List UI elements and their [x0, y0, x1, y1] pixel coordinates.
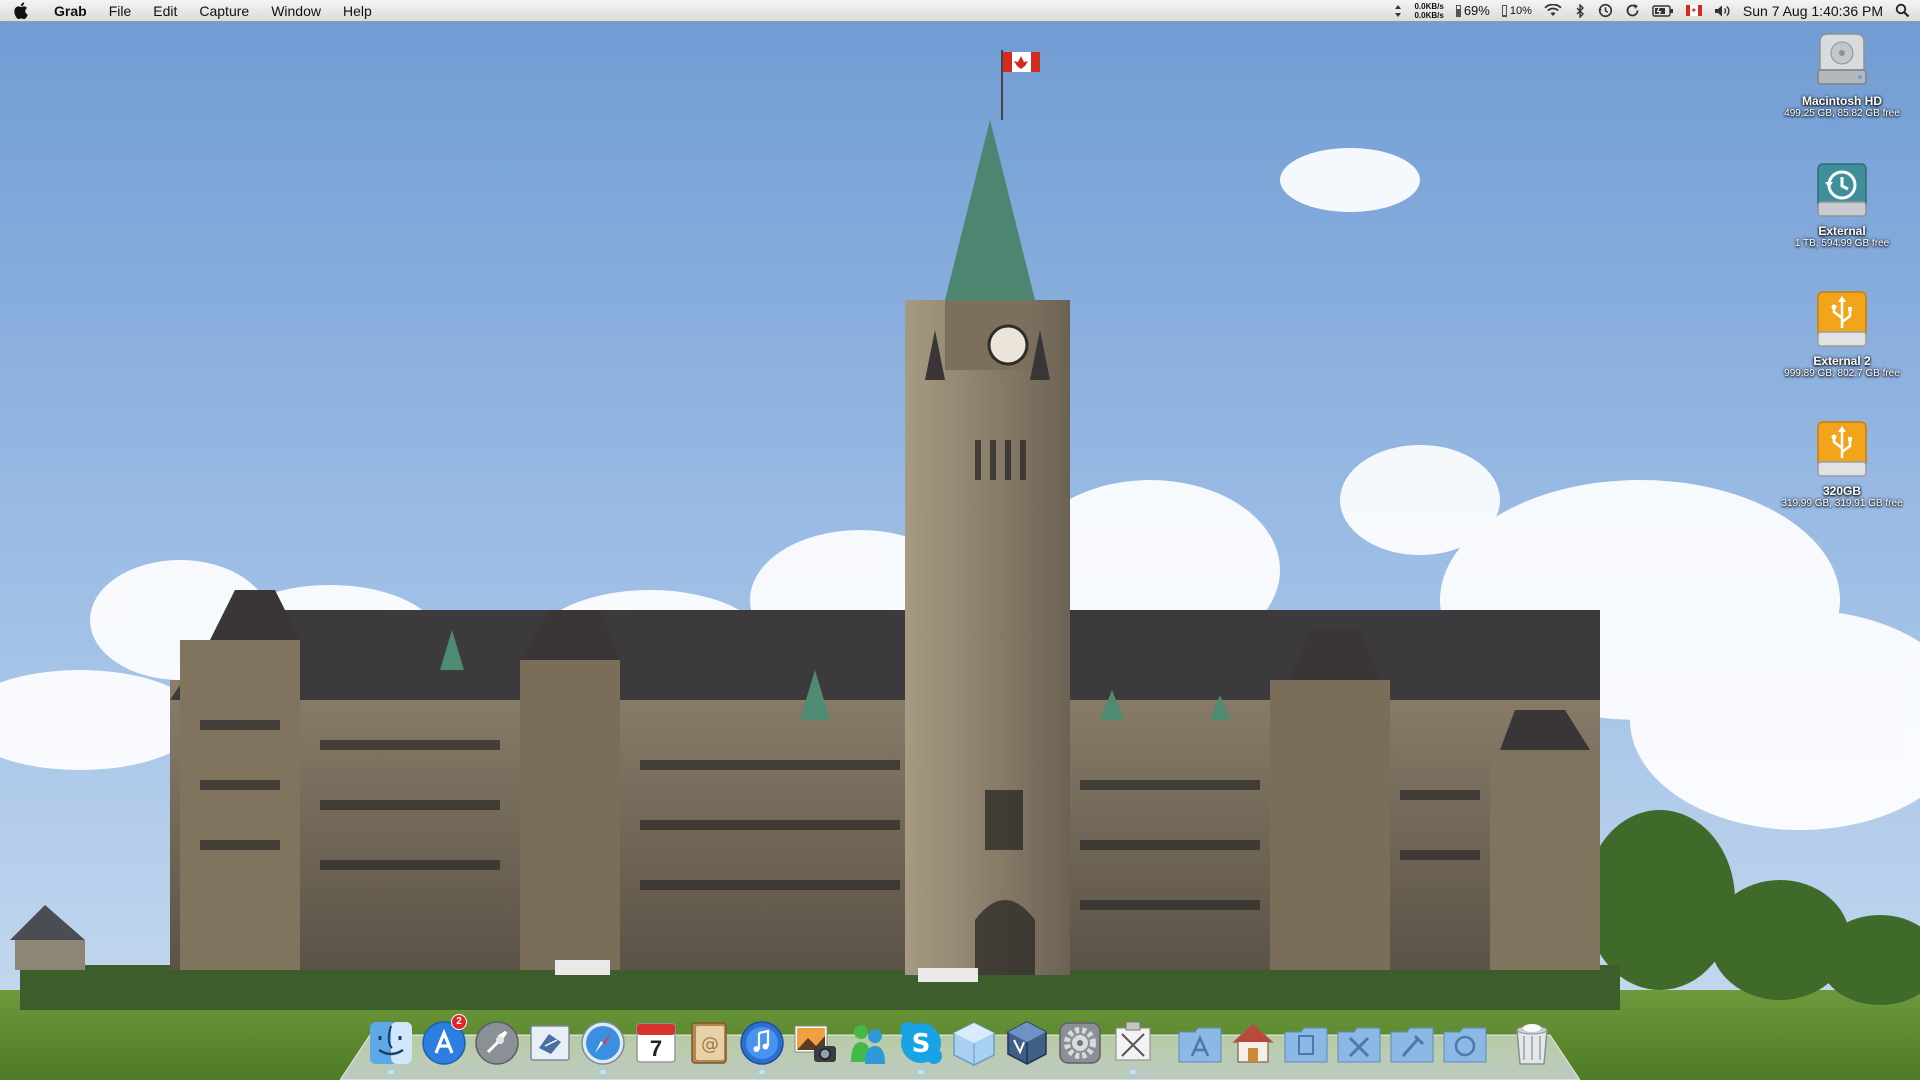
menu-app-name[interactable]: Grab — [40, 0, 98, 22]
canada-flag-icon[interactable]: ✦ — [1685, 5, 1702, 16]
wifi-icon[interactable] — [1544, 4, 1562, 17]
apple-menu-icon[interactable] — [0, 0, 40, 22]
hard-drive-icon — [1810, 28, 1874, 92]
drive-name: External 2 — [1813, 354, 1871, 368]
desktop-wallpaper — [0, 0, 1920, 1080]
desktop-drive-external[interactable]: External 1 TB, 594.99 GB free — [1772, 158, 1912, 249]
drive-name: 320GB — [1822, 484, 1862, 498]
desktop-drive-320gb[interactable]: 320GB 319.99 GB, 319.91 GB free — [1772, 418, 1912, 509]
menu-window[interactable]: Window — [260, 0, 332, 22]
launchpad-icon[interactable] — [472, 1018, 522, 1068]
developer-stack-icon[interactable] — [1387, 1018, 1437, 1068]
running-indicator — [759, 1070, 765, 1074]
battery-icon[interactable] — [1652, 4, 1674, 17]
itunes-icon[interactable] — [737, 1018, 787, 1074]
cpu-percent-label: 10% — [1509, 4, 1532, 17]
net-download-rate: 0.0KB/s — [1414, 10, 1444, 20]
network-speed-meter[interactable]: 0.0KB/s 0.0KB/s — [1414, 2, 1443, 20]
drive-info: 499.25 GB, 85.82 GB free — [1784, 108, 1900, 119]
address-book-icon[interactable]: @ — [684, 1018, 734, 1068]
drive-name: Macintosh HD — [1801, 94, 1882, 108]
system-preferences-icon[interactable] — [1055, 1018, 1105, 1068]
calendar-day: 7 — [649, 1036, 663, 1061]
menu-file[interactable]: File — [98, 0, 143, 22]
volume-icon[interactable] — [1714, 4, 1731, 18]
spotlight-search-icon[interactable] — [1895, 3, 1910, 18]
app-store-badge: 2 — [451, 1014, 467, 1030]
menu-help[interactable]: Help — [332, 0, 383, 22]
svg-text:S: S — [912, 1029, 931, 1059]
mail-icon[interactable] — [525, 1018, 575, 1068]
running-indicator — [1130, 1070, 1136, 1074]
trash-icon[interactable] — [1507, 1018, 1557, 1068]
utilities-stack-icon[interactable] — [1334, 1018, 1384, 1068]
box-app-icon[interactable] — [949, 1018, 999, 1068]
net-upload-rate: 0.0KB/s — [1414, 1, 1444, 11]
downloads-stack-icon[interactable] — [1440, 1018, 1490, 1068]
desktop-drive-external-2[interactable]: External 2 999.89 GB, 802.7 GB free — [1772, 288, 1912, 379]
cpu-level-icon — [1501, 4, 1507, 17]
time-machine-drive-icon — [1810, 158, 1874, 222]
safari-icon[interactable] — [578, 1018, 628, 1074]
menubar-clock[interactable]: Sun 7 Aug 1:40:36 PM — [1743, 3, 1883, 19]
running-indicator — [600, 1070, 606, 1074]
menu-bar: Grab File Edit Capture Window Help 0.0KB… — [0, 0, 1920, 22]
menu-edit[interactable]: Edit — [142, 0, 188, 22]
usb-drive-icon — [1810, 418, 1874, 482]
home-folder-icon[interactable] — [1228, 1018, 1278, 1068]
virtualbox-icon[interactable] — [1002, 1018, 1052, 1068]
drive-info: 1 TB, 594.99 GB free — [1794, 238, 1890, 249]
app-store-icon[interactable]: 2 — [419, 1014, 469, 1068]
sync-arrows-icon[interactable] — [1394, 4, 1402, 18]
applications-stack-icon[interactable] — [1175, 1018, 1225, 1068]
iphoto-icon[interactable] — [790, 1018, 840, 1068]
running-indicator — [918, 1070, 924, 1074]
messenger-icon[interactable] — [843, 1018, 893, 1068]
drive-info: 999.89 GB, 802.7 GB free — [1784, 368, 1900, 379]
drive-info: 319.99 GB, 319.91 GB free — [1781, 498, 1903, 509]
drive-name: External — [1818, 224, 1866, 238]
running-indicator — [388, 1070, 394, 1074]
svg-text:@: @ — [701, 1034, 719, 1055]
usb-drive-icon — [1810, 288, 1874, 352]
dock: 2 7 @ S — [366, 1012, 1560, 1074]
cpu-meter[interactable]: 10% — [1501, 4, 1532, 17]
battery-percent-label: 69% — [1463, 3, 1490, 18]
sync-icon[interactable] — [1625, 3, 1640, 18]
skype-icon[interactable]: S — [896, 1018, 946, 1074]
bluetooth-icon[interactable] — [1574, 3, 1586, 18]
ical-icon[interactable]: 7 — [631, 1018, 681, 1068]
desktop-drive-macintosh-hd[interactable]: Macintosh HD 499.25 GB, 85.82 GB free — [1772, 28, 1912, 119]
memory-meter[interactable]: 69% — [1455, 3, 1490, 18]
memory-level-icon — [1455, 4, 1461, 17]
grab-icon[interactable] — [1108, 1018, 1158, 1074]
time-machine-icon[interactable] — [1598, 3, 1613, 18]
documents-stack-icon[interactable] — [1281, 1018, 1331, 1068]
menu-capture[interactable]: Capture — [188, 0, 260, 22]
finder-icon[interactable] — [366, 1018, 416, 1074]
